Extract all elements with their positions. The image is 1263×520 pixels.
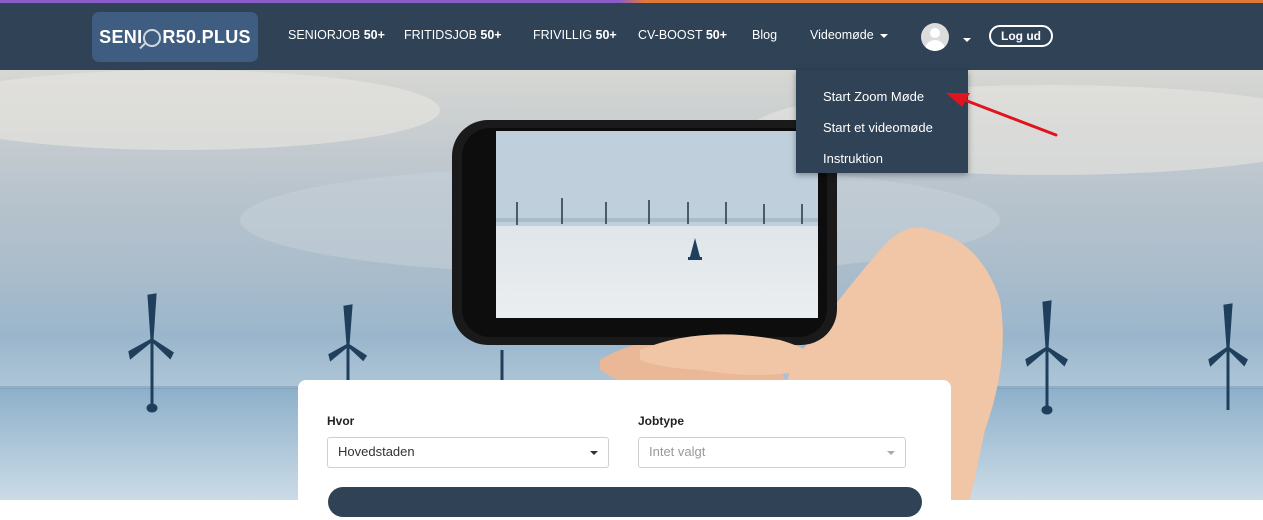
- menu-item-instruktion[interactable]: Instruktion: [823, 151, 883, 166]
- search-button[interactable]: [328, 487, 922, 517]
- nav-seniorjob[interactable]: SENIORJOB 50+: [288, 28, 385, 42]
- nav-seniorjob-label: SENIORJOB: [288, 28, 361, 42]
- nav-frivillig-label: FRIVILLIG: [533, 28, 593, 42]
- nav-fritidsjob[interactable]: FRITIDSJOB 50+: [404, 28, 502, 42]
- logout-button[interactable]: Log ud: [989, 25, 1053, 47]
- nav-seniorjob-suffix: 50+: [363, 28, 385, 42]
- menu-item-start-videomode[interactable]: Start et videomøde: [823, 120, 933, 135]
- nav-cv-boost-suffix: 50+: [705, 28, 728, 42]
- where-select-value: Hovedstaden: [338, 444, 415, 459]
- nav-blog-label: Blog: [752, 28, 778, 42]
- logo-text-end: R50.PLUS: [162, 26, 251, 47]
- nav-frivillig[interactable]: FRIVILLIG 50+: [533, 28, 617, 42]
- chevron-down-icon[interactable]: [963, 38, 971, 42]
- nav-fritidsjob-label: FRITIDSJOB: [404, 28, 477, 42]
- nav-cv-boost-label: CV-BOOST: [638, 28, 703, 42]
- where-label: Hvor: [327, 414, 355, 428]
- annotation-arrow-icon: [946, 93, 1058, 137]
- site-logo[interactable]: SENI R50.PLUS: [92, 12, 258, 62]
- chevron-down-icon: [879, 33, 888, 38]
- chevron-down-icon: [887, 451, 895, 455]
- menu-item-start-zoom[interactable]: Start Zoom Møde: [823, 89, 924, 104]
- nav-cv-boost[interactable]: CV-BOOST 50+: [638, 28, 727, 42]
- nav-videomode[interactable]: Videomøde: [810, 28, 888, 42]
- user-avatar[interactable]: [921, 23, 949, 51]
- logo-text-start: SENI: [99, 26, 143, 47]
- nav-videomode-label: Videomøde: [810, 28, 874, 42]
- magnifier-icon: [143, 29, 162, 47]
- nav-frivillig-suffix: 50+: [595, 28, 617, 42]
- jobtype-select[interactable]: Intet valgt: [638, 437, 906, 468]
- logout-label: Log ud: [1001, 29, 1041, 43]
- nav-fritidsjob-suffix: 50+: [480, 28, 502, 42]
- nav-blog[interactable]: Blog: [752, 28, 777, 42]
- jobtype-label: Jobtype: [638, 414, 685, 428]
- where-select[interactable]: Hovedstaden: [327, 437, 609, 468]
- jobtype-select-placeholder: Intet valgt: [649, 444, 706, 459]
- chevron-down-icon: [590, 451, 598, 455]
